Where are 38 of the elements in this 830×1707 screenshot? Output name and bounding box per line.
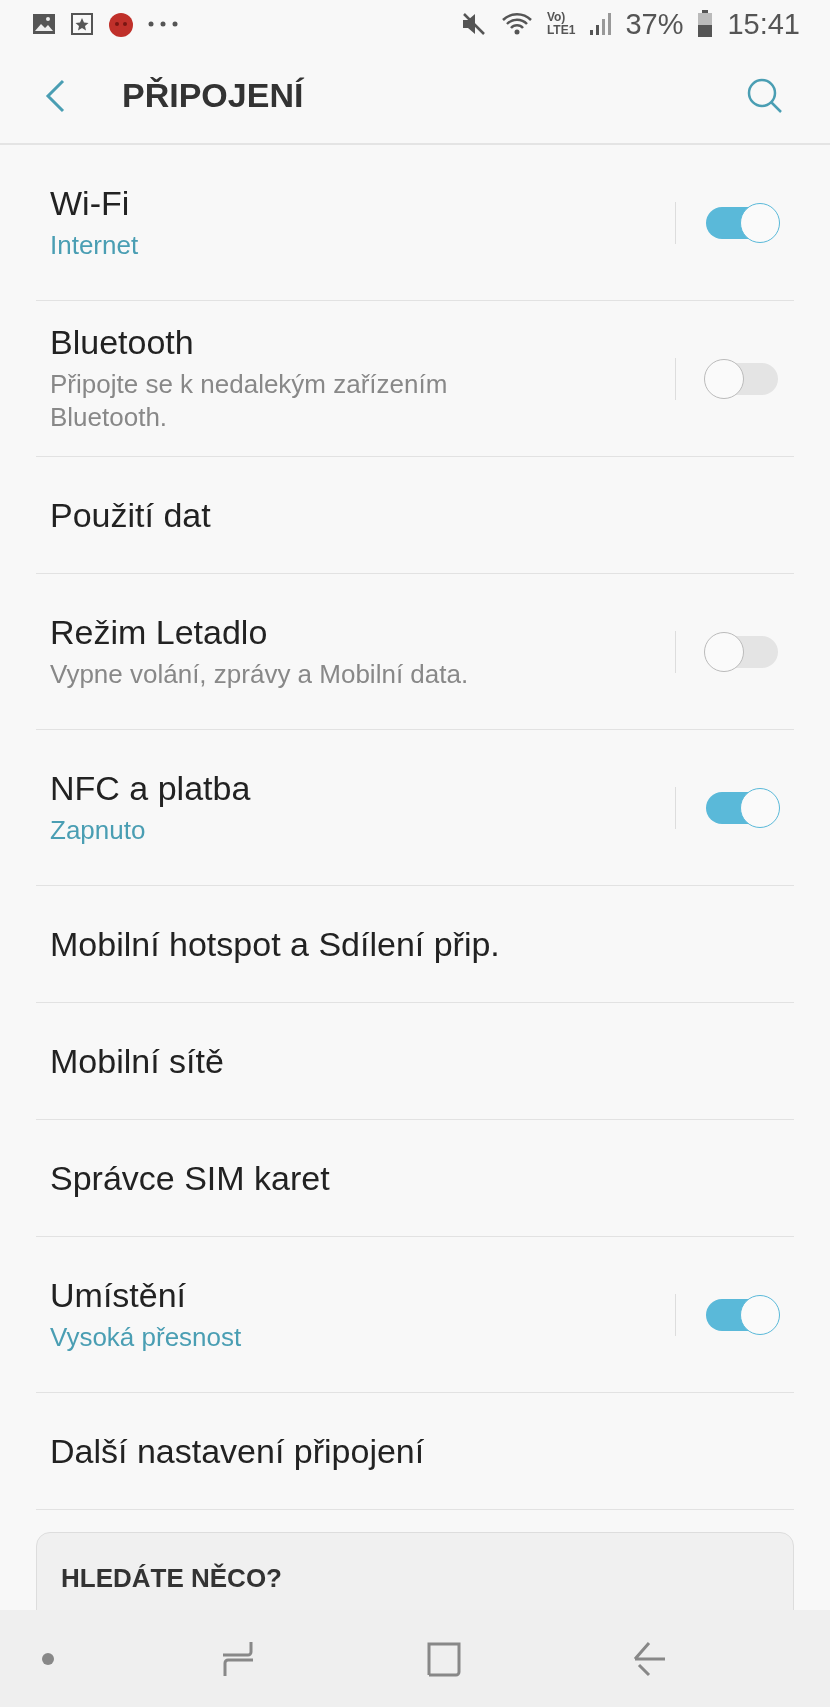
- setting-summary: Vypne volání, zprávy a Mobilní data.: [50, 657, 469, 691]
- setting-title: Další nastavení připojení: [50, 1431, 425, 1471]
- settings-row[interactable]: Další nastavení připojení: [36, 1393, 794, 1510]
- card-heading: HLEDÁTE NĚCO?: [61, 1563, 282, 1593]
- settings-row[interactable]: Mobilní sítě: [36, 1003, 794, 1120]
- setting-title: NFC a platba: [50, 768, 251, 808]
- image-icon: [32, 13, 56, 35]
- clock: 15:41: [727, 7, 800, 41]
- settings-row[interactable]: Režim Letadlo Vypne volání, zprávy a Mobilní data.: [36, 574, 794, 730]
- setting-title: Režim Letadlo: [50, 612, 268, 652]
- setting-title: Správce SIM karet: [50, 1158, 330, 1198]
- settings-row[interactable]: Použití dat: [36, 457, 794, 574]
- battery-icon: [697, 10, 714, 38]
- settings-row[interactable]: NFC a platba Zapnuto: [36, 730, 794, 886]
- settings-row[interactable]: Wi-Fi Internet: [36, 145, 794, 301]
- dot-icon[interactable]: [42, 1652, 54, 1665]
- setting-summary: Internet: [50, 228, 139, 262]
- mute-icon: [460, 11, 487, 37]
- setting-summary: Vysoká přesnost: [50, 1320, 242, 1354]
- more-icon: [148, 21, 178, 27]
- setting-summary: Připojte se k nedalekým zařízením Bluetooth.: [50, 368, 449, 434]
- signal-icon: [589, 12, 612, 36]
- page-title: PŘIPOJENÍ: [122, 76, 305, 115]
- settings-row[interactable]: Umístění Vysoká přesnost: [36, 1237, 794, 1393]
- setting-title: Mobilní hotspot a Sdílení přip.: [50, 924, 500, 964]
- settings-row[interactable]: Mobilní hotspot a Sdílení přip.: [36, 886, 794, 1003]
- setting-title: Mobilní sítě: [50, 1041, 224, 1081]
- battery-percent: 37%: [625, 7, 684, 41]
- setting-summary: Zapnuto: [50, 813, 146, 847]
- setting-title: Wi-Fi: [50, 183, 130, 223]
- setting-title: Umístění: [50, 1275, 187, 1315]
- wifi-icon: [500, 11, 533, 37]
- setting-title: Bluetooth: [50, 323, 194, 362]
- app-badge-icon: [108, 11, 134, 37]
- network-label: Vo) LTE1: [546, 11, 576, 37]
- setting-title: Použití dat: [50, 495, 211, 535]
- settings-row[interactable]: Správce SIM karet: [36, 1120, 794, 1237]
- settings-row[interactable]: Bluetooth Připojte se k nedalekým zařízením Bluetooth.: [36, 301, 794, 457]
